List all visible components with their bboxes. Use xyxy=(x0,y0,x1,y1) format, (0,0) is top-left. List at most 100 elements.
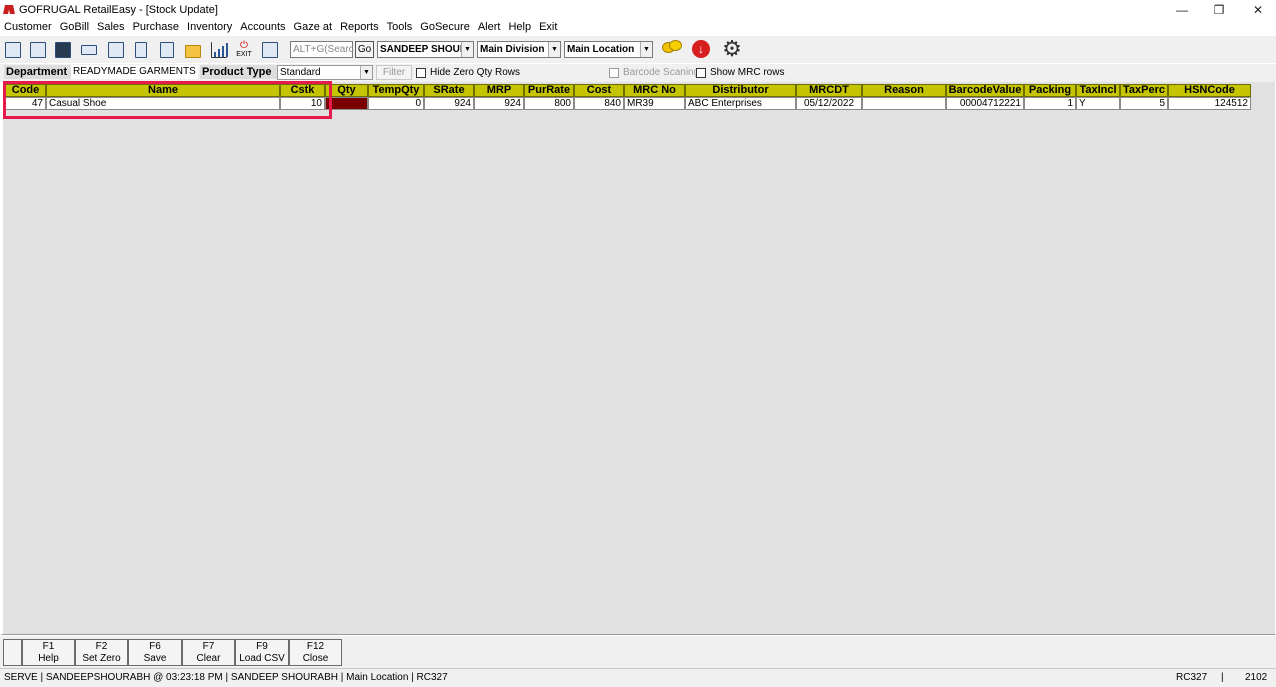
column-header-purrate[interactable]: PurRate xyxy=(524,84,574,97)
keyboard-icon[interactable] xyxy=(79,40,99,60)
f12-close-button[interactable]: F12 Close xyxy=(289,639,342,666)
column-header-cstk[interactable]: Cstk xyxy=(280,84,325,97)
f7-action-label: Clear xyxy=(196,653,221,664)
menu-exit[interactable]: Exit xyxy=(535,19,561,36)
column-header-mrc-no[interactable]: MRC No xyxy=(624,84,685,97)
cell-hsncode[interactable]: 124512 xyxy=(1168,97,1251,110)
f1-action-label: Help xyxy=(38,653,59,664)
cell-tempqty[interactable]: 0 xyxy=(368,97,424,110)
menu-purchase[interactable]: Purchase xyxy=(129,19,183,36)
show-mrc-rows-label: Show MRC rows xyxy=(710,67,785,78)
status-terminal-code: RC327 xyxy=(1176,672,1208,683)
graph-icon[interactable] xyxy=(260,40,280,60)
menu-gosecure[interactable]: GoSecure xyxy=(416,19,474,36)
show-mrc-rows-checkbox[interactable] xyxy=(696,68,706,78)
department-field[interactable]: READYMADE GARMENTS xyxy=(71,65,198,79)
cell-reason[interactable] xyxy=(862,97,946,110)
report-icon[interactable] xyxy=(131,40,151,60)
f2-set-zero-button[interactable]: F2 Set Zero xyxy=(75,639,128,666)
menu-customer[interactable]: Customer xyxy=(0,19,56,36)
column-header-packing[interactable]: Packing xyxy=(1024,84,1076,97)
cell-srate[interactable]: 924 xyxy=(424,97,474,110)
barcode-scanning-label: Barcode Scaning xyxy=(623,67,700,78)
column-header-hsncode[interactable]: HSNCode xyxy=(1168,84,1251,97)
import-icon[interactable] xyxy=(157,40,177,60)
search-input[interactable]: ALT+G(Search) xyxy=(290,41,353,58)
menu-gobill[interactable]: GoBill xyxy=(56,19,93,36)
cell-mrcdt[interactable]: 05/12/2022 xyxy=(796,97,862,110)
product-type-select[interactable]: Standard ▼ xyxy=(277,65,373,80)
cell-barcodevalue[interactable]: 00004712221 xyxy=(946,97,1024,110)
save-icon[interactable] xyxy=(28,40,48,60)
menu-gaze-at[interactable]: Gaze at xyxy=(290,19,337,36)
cell-cstk[interactable]: 10 xyxy=(280,97,325,110)
menu-sales[interactable]: Sales xyxy=(93,19,129,36)
column-header-distributor[interactable]: Distributor xyxy=(685,84,796,97)
cell-mrc-no[interactable]: MR39 xyxy=(624,97,685,110)
cell-taxperc[interactable]: 5 xyxy=(1120,97,1168,110)
settings-icon[interactable]: ⚙ xyxy=(721,38,743,60)
f7-clear-button[interactable]: F7 Clear xyxy=(182,639,235,666)
f12-key-label: F12 xyxy=(306,641,325,652)
column-header-qty[interactable]: Qty xyxy=(325,84,368,97)
f6-save-button[interactable]: F6 Save xyxy=(128,639,182,666)
bar-chart-icon[interactable] xyxy=(209,40,229,60)
cell-name[interactable]: Casual Shoe xyxy=(46,97,280,110)
exit-icon[interactable]: ⏻ EXIT xyxy=(234,39,254,61)
column-header-cost[interactable]: Cost xyxy=(574,84,624,97)
column-header-barcodevalue[interactable]: BarcodeValue xyxy=(946,84,1024,97)
menu-inventory[interactable]: Inventory xyxy=(183,19,236,36)
cell-cost[interactable]: 840 xyxy=(574,97,624,110)
cell-distributor[interactable]: ABC Enterprises xyxy=(685,97,796,110)
menu-accounts[interactable]: Accounts xyxy=(236,19,289,36)
status-bar: SERVE | SANDEEPSHOURABH @ 03:23:18 PM | … xyxy=(0,668,1276,687)
f9-load-csv-button[interactable]: F9 Load CSV xyxy=(235,639,289,666)
product-type-label: Product Type xyxy=(200,65,277,79)
menu-help[interactable]: Help xyxy=(504,19,535,36)
hide-zero-qty-checkbox[interactable] xyxy=(416,68,426,78)
status-number: 2102 xyxy=(1245,672,1268,683)
close-button[interactable]: ✕ xyxy=(1240,0,1276,19)
column-header-taxincl[interactable]: TaxIncl xyxy=(1076,84,1120,97)
cell-purrate[interactable]: 800 xyxy=(524,97,574,110)
cell-packing[interactable]: 1 xyxy=(1024,97,1076,110)
go-button[interactable]: Go xyxy=(355,41,374,58)
title-bar: GOFRUGAL RetailEasy - [Stock Update] — ❐… xyxy=(0,0,1276,19)
cell-qty[interactable] xyxy=(325,97,368,110)
cell-mrp[interactable]: 924 xyxy=(474,97,524,110)
column-header-reason[interactable]: Reason xyxy=(862,84,946,97)
menu-alert[interactable]: Alert xyxy=(474,19,505,36)
column-header-taxperc[interactable]: TaxPerc xyxy=(1120,84,1168,97)
download-icon[interactable]: ↓ xyxy=(692,40,710,58)
folder-icon[interactable] xyxy=(183,40,203,60)
f1-help-button[interactable]: F1 Help xyxy=(22,639,75,666)
column-header-mrp[interactable]: MRP xyxy=(474,84,524,97)
chat-icon[interactable] xyxy=(662,40,682,58)
location-select[interactable]: Main Location ▼ xyxy=(564,41,653,58)
cell-taxincl[interactable]: Y xyxy=(1076,97,1120,110)
stock-grid xyxy=(0,82,1276,635)
menu-tools[interactable]: Tools xyxy=(383,19,417,36)
department-label: Department xyxy=(4,65,71,79)
menu-reports[interactable]: Reports xyxy=(336,19,383,36)
terminal-icon[interactable] xyxy=(53,40,73,60)
minimize-button[interactable]: — xyxy=(1164,0,1200,19)
filter-button[interactable]: Filter xyxy=(376,65,412,80)
column-header-tempqty[interactable]: TempQty xyxy=(368,84,424,97)
column-header-name[interactable]: Name xyxy=(46,84,280,97)
f2-key-label: F2 xyxy=(95,641,108,652)
f2-action-label: Set Zero xyxy=(82,653,121,664)
document-icon[interactable] xyxy=(3,40,23,60)
column-header-mrcdt[interactable]: MRCDT xyxy=(796,84,862,97)
column-header-code[interactable]: Code xyxy=(5,84,46,97)
user-select[interactable]: SANDEEP SHOURA ▼ xyxy=(377,41,474,58)
column-header-srate[interactable]: SRate xyxy=(424,84,474,97)
division-select[interactable]: Main Division ▼ xyxy=(477,41,561,58)
barcode-scanning-checkbox[interactable] xyxy=(609,68,619,78)
cell-code[interactable]: 47 xyxy=(5,97,46,110)
f6-action-label: Save xyxy=(143,653,167,664)
restore-button[interactable]: ❐ xyxy=(1201,0,1237,19)
status-separator: | xyxy=(1221,672,1224,683)
hide-zero-qty-label: Hide Zero Qty Rows xyxy=(430,67,521,78)
print-icon[interactable] xyxy=(106,40,126,60)
